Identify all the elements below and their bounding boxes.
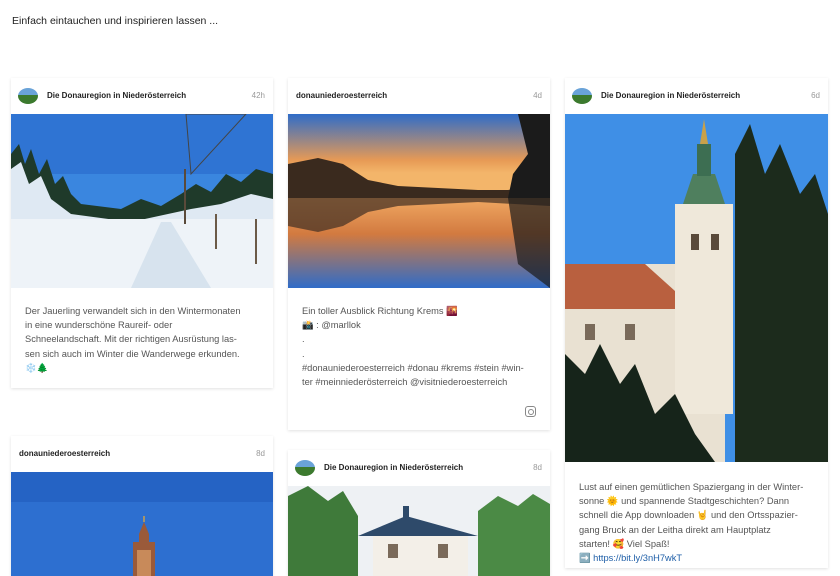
post-age: 8d xyxy=(533,463,542,472)
avatar[interactable] xyxy=(572,88,592,104)
feed-post[interactable]: donauniederoesterreich 8d xyxy=(11,436,273,576)
feed-post[interactable]: Die Donauregion in Niederösterreich 6d L… xyxy=(565,78,828,568)
post-age: 4d xyxy=(533,91,542,100)
feed-post[interactable]: Die Donauregion in Niederösterreich 42h … xyxy=(11,78,273,388)
post-text-line: Der Jauerling verwandelt sich in den Win… xyxy=(25,306,241,316)
intro-text: Einfach eintauchen und inspirieren lasse… xyxy=(12,15,219,27)
post-text-line: . xyxy=(302,334,305,345)
post-image[interactable] xyxy=(11,472,273,576)
post-header: donauniederoesterreich 8d xyxy=(11,436,273,474)
post-age: 42h xyxy=(251,91,265,100)
post-header: Die Donauregion in Niederösterreich 6d xyxy=(565,78,828,116)
post-text: Lust auf einen gemütlichen Spaziergang i… xyxy=(579,480,814,565)
post-text-line: starten! 🥰 Viel Spaß! xyxy=(579,538,670,549)
post-age: 8d xyxy=(256,449,265,458)
post-text-line: in eine wunderschöne Raureif- oder xyxy=(25,320,173,331)
post-author[interactable]: Die Donauregion in Niederösterreich xyxy=(601,91,740,100)
post-text-line: ter #meinniederösterreich @visitniederoe… xyxy=(302,377,508,388)
post-image[interactable] xyxy=(565,114,828,462)
arrow-right-icon: ➡️ xyxy=(579,553,591,564)
avatar[interactable] xyxy=(18,88,38,104)
post-text-line: . xyxy=(302,348,305,359)
post-age: 6d xyxy=(811,91,820,100)
post-image[interactable] xyxy=(288,486,550,576)
post-text-line: sen sich auch im Winter die Wanderwege e… xyxy=(25,348,240,359)
post-text-line: 📸 : @marllok xyxy=(302,320,361,331)
post-image[interactable] xyxy=(11,114,273,288)
post-link[interactable]: https://bit.ly/3nH7wkT xyxy=(593,553,682,563)
feed-post[interactable]: donauniederoesterreich 4d Ein toller Aus… xyxy=(288,78,550,430)
post-header: donauniederoesterreich 4d xyxy=(288,78,550,116)
post-author[interactable]: donauniederoesterreich xyxy=(296,91,387,100)
post-author[interactable]: Die Donauregion in Niederösterreich xyxy=(47,91,186,100)
post-header: Die Donauregion in Niederösterreich 8d xyxy=(288,450,550,488)
post-header: Die Donauregion in Niederösterreich 42h xyxy=(11,78,273,116)
post-link-line: ➡️ https://bit.ly/3nH7wkT xyxy=(579,551,814,565)
post-text-line: Lust auf einen gemütlichen Spaziergang i… xyxy=(579,482,804,492)
post-text-line: schnell die App downloaden 🤘 und den Ort… xyxy=(579,510,798,521)
feed-post[interactable]: Die Donauregion in Niederösterreich 8d xyxy=(288,450,550,576)
post-text-line: sonne 🌞 und spannende Stadtgeschichten? … xyxy=(579,496,790,507)
post-text-line: Ein toller Ausblick Richtung Krems 🌇 xyxy=(302,306,458,316)
instagram-icon[interactable] xyxy=(525,406,536,417)
post-text-line: ❄️🌲 xyxy=(25,362,49,373)
post-text-line: #donauniederoesterreich #donau #krems #s… xyxy=(302,362,524,373)
post-image[interactable] xyxy=(288,114,550,288)
post-text: Der Jauerling verwandelt sich in den Win… xyxy=(25,304,259,375)
post-author[interactable]: Die Donauregion in Niederösterreich xyxy=(324,463,463,472)
post-text-line: Schneelandschaft. Mit der richtigen Ausr… xyxy=(25,334,237,345)
post-text-line: gang Bruck an der Leitha direkt am Haupt… xyxy=(579,524,771,535)
post-author[interactable]: donauniederoesterreich xyxy=(19,449,110,458)
post-text: Ein toller Ausblick Richtung Krems 🌇 📸 :… xyxy=(302,304,536,389)
avatar[interactable] xyxy=(295,460,315,476)
